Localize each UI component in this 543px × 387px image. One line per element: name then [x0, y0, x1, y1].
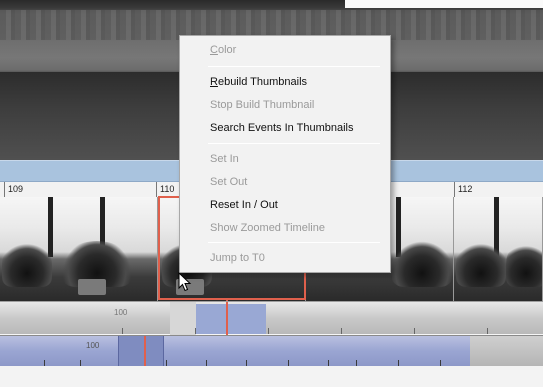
mnemonic-letter: C: [210, 44, 218, 56]
menu-item-stop-build-thumbnail[interactable]: Stop Build Thumbnail: [210, 99, 314, 111]
zoomed-timeline-track[interactable]: 100: [0, 301, 543, 335]
menu-item-set-in[interactable]: Set In: [210, 153, 239, 165]
menu-item-label: ebuild Thumbnails: [217, 76, 308, 88]
ruler-label-109: 109: [8, 184, 24, 194]
thumbnail-pillar: [48, 197, 53, 257]
overview-playhead-marker[interactable]: [144, 336, 146, 367]
thumbnail-plant: [392, 241, 452, 287]
thumbnail-plant: [506, 241, 542, 287]
ruler-tick: [454, 182, 455, 197]
thumbnail-plant: [2, 241, 52, 287]
menu-item-label: olor: [217, 44, 237, 56]
video-player: 109 110 112 100 100 Color Rebuild Thumbn…: [0, 0, 543, 387]
track-tick: [487, 328, 488, 334]
bottom-status-area: [0, 366, 543, 387]
overview-timeline-track[interactable]: 100: [0, 335, 543, 367]
track-label: 100: [86, 341, 100, 350]
menu-separator: [208, 143, 380, 144]
track-tick: [341, 328, 342, 334]
menu-item-color[interactable]: Color: [210, 44, 236, 56]
thumbnail[interactable]: [454, 197, 543, 301]
thumbnail-pot: [78, 279, 106, 295]
menu-item-rebuild-thumbnails[interactable]: Rebuild Thumbnails: [210, 76, 307, 88]
arrow-pointer-icon: [178, 272, 192, 292]
menu-item-jump-to-t0[interactable]: Jump to T0: [210, 252, 265, 264]
track-tick: [195, 328, 196, 334]
thumbnail-plant: [456, 241, 506, 287]
track-label: 100: [114, 308, 128, 317]
menu-separator: [208, 66, 380, 67]
menu-item-search-events[interactable]: Search Events In Thumbnails: [210, 122, 353, 134]
ruler-tick: [156, 182, 157, 197]
ruler-label-112: 112: [458, 184, 473, 194]
overview-range-highlight[interactable]: [118, 336, 164, 367]
track-tick: [414, 328, 415, 334]
menu-item-reset-in-out[interactable]: Reset In / Out: [210, 199, 278, 211]
menu-item-show-zoomed-timeline[interactable]: Show Zoomed Timeline: [210, 222, 325, 234]
context-menu: Color Rebuild Thumbnails Stop Build Thum…: [179, 35, 391, 273]
track-tick: [268, 328, 269, 334]
thumbnail[interactable]: [0, 197, 158, 301]
ruler-tick: [4, 182, 5, 197]
menu-separator: [208, 242, 380, 243]
mnemonic-letter: R: [210, 76, 218, 88]
unbuffered-region: [470, 336, 543, 367]
playhead-marker[interactable]: [226, 302, 228, 335]
ruler-label-110: 110: [160, 184, 175, 194]
track-tick: [122, 328, 123, 334]
top-strip: [345, 0, 543, 8]
visible-range-highlight[interactable]: [196, 304, 266, 334]
menu-item-set-out[interactable]: Set Out: [210, 176, 247, 188]
buffer-region: [170, 302, 196, 335]
